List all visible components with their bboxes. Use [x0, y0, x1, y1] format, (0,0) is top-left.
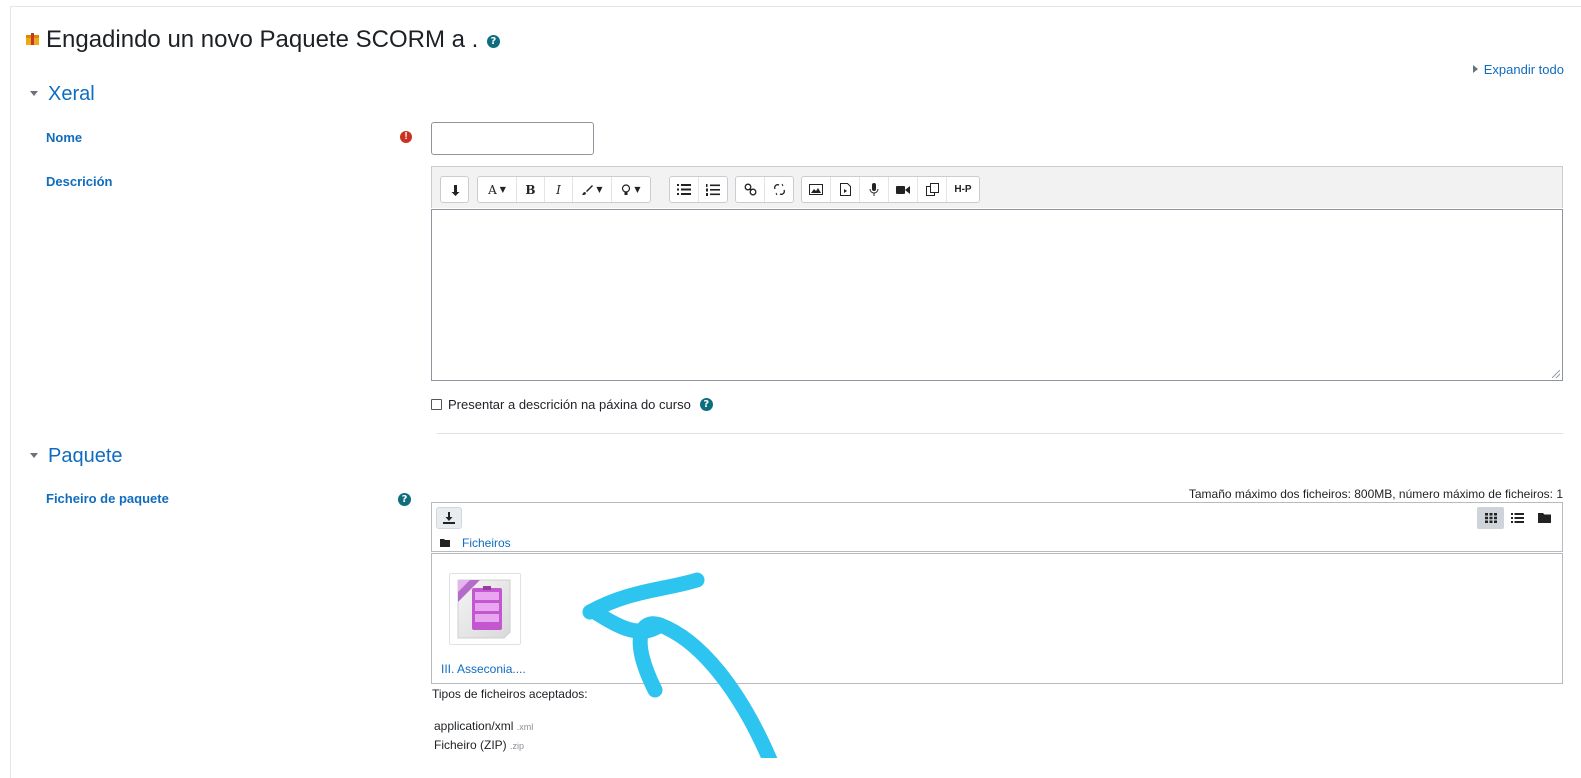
name-input[interactable]	[431, 122, 594, 155]
numbered-list-icon[interactable]	[699, 177, 727, 202]
caret-down-icon	[30, 91, 38, 96]
toolbar-group-1	[440, 176, 469, 203]
help-icon[interactable]: ?	[699, 398, 713, 411]
bold-icon[interactable]: B	[517, 177, 545, 202]
name-label: Nome	[46, 130, 83, 145]
editor-toolbar: A ▼ B I ▼ ▼ H-P	[431, 166, 1563, 208]
show-description-label: Presentar a descrición na páxina do curs…	[448, 397, 691, 412]
grid-view-icon[interactable]	[1477, 507, 1504, 529]
file-thumbnail[interactable]	[449, 573, 521, 645]
help-icon[interactable]: ?	[398, 493, 411, 506]
italic-icon[interactable]: I	[545, 177, 573, 202]
media-icon[interactable]	[831, 177, 860, 202]
caret-right-icon	[1472, 65, 1478, 73]
file-name-link[interactable]: III. Asseconia....	[441, 662, 526, 676]
filepicker-toolbar	[431, 502, 1563, 552]
microphone-icon[interactable]	[860, 177, 889, 202]
manage-files-icon[interactable]	[918, 177, 947, 202]
accepted-type-name: Ficheiro (ZIP)	[434, 738, 507, 752]
h5p-icon[interactable]: H-P	[947, 177, 979, 202]
breadcrumb: Ficheiros	[440, 536, 511, 550]
expand-all-label: Expandir todo	[1483, 62, 1564, 77]
accepted-type-ext: .xml	[516, 722, 534, 732]
caret-down-icon	[30, 453, 38, 458]
show-description-checkbox[interactable]	[431, 399, 442, 410]
collapse-icon[interactable]	[441, 177, 468, 202]
video-icon[interactable]	[889, 177, 918, 202]
view-mode-group	[1477, 507, 1558, 529]
download-icon[interactable]	[436, 507, 462, 529]
accepted-types-label: Tipos de ficheiros aceptados:	[432, 687, 588, 701]
toolbar-group-2: A ▼ B I ▼ ▼	[477, 176, 651, 203]
accepted-type-ext: .zip	[510, 741, 525, 751]
section-divider	[437, 433, 1563, 434]
section-general-toggle[interactable]: Xeral	[30, 83, 95, 106]
image-icon[interactable]	[802, 177, 831, 202]
accepted-type-item: Ficheiro (ZIP) .zip	[434, 738, 524, 752]
link-icon[interactable]	[736, 177, 765, 202]
breadcrumb-folder-link[interactable]: Ficheiros	[462, 536, 511, 550]
section-package-heading: Paquete	[48, 445, 123, 467]
archive-file-icon	[457, 579, 511, 639]
page-title: Engadindo un novo Paquete SCORM a . ?	[46, 26, 500, 54]
bullet-list-icon[interactable]	[670, 177, 699, 202]
lightbulb-icon[interactable]: ▼	[612, 177, 650, 202]
toolbar-group-3	[669, 176, 728, 203]
scorm-package-icon	[26, 33, 39, 45]
filepicker-dropzone[interactable]	[431, 553, 1563, 684]
help-icon[interactable]: ?	[486, 35, 500, 48]
folder-icon	[440, 539, 450, 547]
package-file-label: Ficheiro de paquete	[46, 491, 169, 506]
description-editor[interactable]	[431, 209, 1563, 381]
show-description-row: Presentar a descrición na páxina do curs…	[431, 397, 713, 412]
section-general-heading: Xeral	[48, 83, 95, 105]
max-size-info: Tamaño máximo dos ficheiros: 800MB, núme…	[1188, 487, 1563, 501]
list-view-icon[interactable]	[1504, 507, 1531, 529]
text-color-icon[interactable]: ▼	[573, 177, 612, 202]
tree-view-icon[interactable]	[1531, 507, 1558, 529]
toolbar-group-5: H-P	[801, 176, 980, 203]
resize-handle[interactable]	[1552, 370, 1560, 378]
description-label: Descrición	[46, 174, 113, 189]
toolbar-group-4	[735, 176, 794, 203]
unlink-icon[interactable]	[765, 177, 793, 202]
font-size-icon[interactable]: A ▼	[478, 177, 517, 202]
page-title-text: Engadindo un novo Paquete SCORM a .	[46, 26, 479, 53]
expand-all-link[interactable]: Expandir todo	[1472, 62, 1564, 77]
section-package-toggle[interactable]: Paquete	[30, 445, 123, 468]
accepted-type-item: application/xml .xml	[434, 719, 533, 733]
accepted-type-name: application/xml	[434, 719, 514, 733]
required-icon: !	[400, 131, 412, 143]
